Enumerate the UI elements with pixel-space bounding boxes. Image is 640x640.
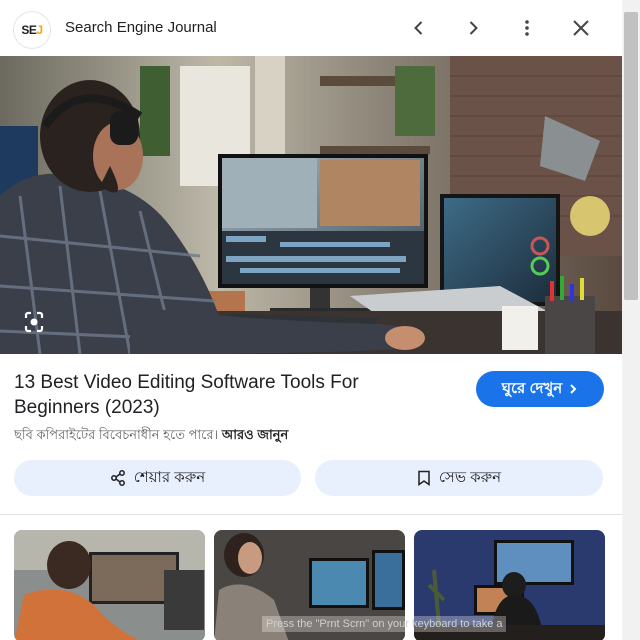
logo-text-accent: J — [36, 23, 43, 37]
bookmark-icon — [418, 470, 430, 486]
logo-text: SE — [21, 23, 37, 37]
google-lens-button[interactable] — [20, 308, 48, 336]
previous-button[interactable] — [405, 14, 433, 42]
site-name[interactable]: Search Engine Journal — [65, 19, 217, 36]
chevron-right-icon — [570, 384, 577, 394]
site-logo[interactable]: SE J — [14, 12, 50, 48]
visit-button[interactable]: ঘুরে দেখুন — [476, 371, 604, 407]
scrollbar-thumb[interactable] — [624, 12, 638, 300]
hero-photo — [0, 56, 622, 354]
share-button[interactable]: শেয়ার করুন — [14, 460, 301, 496]
hero-image[interactable] — [0, 56, 622, 354]
article-title[interactable]: 13 Best Video Editing Software Tools For… — [14, 370, 434, 420]
next-button[interactable] — [459, 14, 487, 42]
image-viewer-panel: SE J Search Engine Journal 13 Best Video… — [0, 0, 622, 640]
more-vert-icon — [525, 20, 529, 36]
visit-label: ঘুরে দেখুন — [501, 379, 563, 397]
share-icon — [110, 470, 125, 486]
learn-more-link[interactable]: আরও জানুন — [222, 427, 288, 442]
screenshot-hint-overlay: Press the "Prnt Scrn" on your keyboard t… — [262, 616, 507, 632]
copyright-text: ছবি কপিরাইটের বিবেচনাধীন হতে পারে। — [14, 427, 219, 442]
share-label: শেয়ার করুন — [133, 468, 206, 486]
divider — [0, 514, 622, 515]
save-label: সেভ করুন — [438, 468, 502, 486]
header: SE J Search Engine Journal — [0, 0, 622, 56]
related-photo-1 — [14, 530, 205, 640]
chevron-right-icon — [469, 21, 478, 35]
copyright-notice: ছবি কপিরাইটের বিবেচনাধীন হতে পারে। আরও জ… — [14, 426, 288, 447]
close-button[interactable] — [567, 14, 595, 42]
chevron-left-icon — [414, 21, 423, 35]
related-image-1[interactable] — [14, 530, 205, 640]
save-button[interactable]: সেভ করুন — [315, 460, 603, 496]
close-icon — [573, 20, 589, 36]
more-options-button[interactable] — [513, 14, 541, 42]
scrollbar[interactable] — [622, 0, 640, 640]
lens-icon — [24, 311, 44, 333]
